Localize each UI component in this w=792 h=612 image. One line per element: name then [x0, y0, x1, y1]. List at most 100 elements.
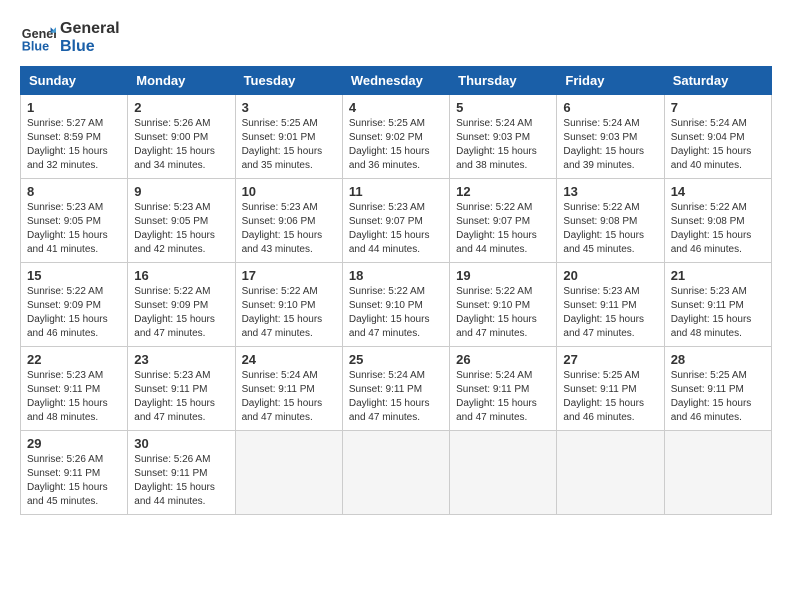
day-info: Sunrise: 5:27 AMSunset: 8:59 PMDaylight:… [27, 117, 121, 173]
day-info: Sunrise: 5:22 AMSunset: 9:08 PMDaylight:… [671, 201, 765, 257]
day-number: 17 [242, 268, 336, 283]
logo: General Blue General Blue [20, 20, 120, 56]
calendar-cell: 1 Sunrise: 5:27 AMSunset: 8:59 PMDayligh… [21, 95, 128, 179]
day-number: 9 [134, 184, 228, 199]
calendar-cell: 23 Sunrise: 5:23 AMSunset: 9:11 PMDaylig… [128, 347, 235, 431]
day-info: Sunrise: 5:24 AMSunset: 9:03 PMDaylight:… [456, 117, 550, 173]
calendar-cell [235, 431, 342, 515]
calendar-cell: 11 Sunrise: 5:23 AMSunset: 9:07 PMDaylig… [342, 179, 449, 263]
day-info: Sunrise: 5:23 AMSunset: 9:11 PMDaylight:… [671, 285, 765, 341]
day-info: Sunrise: 5:24 AMSunset: 9:11 PMDaylight:… [242, 369, 336, 425]
day-number: 12 [456, 184, 550, 199]
calendar-week-5: 29 Sunrise: 5:26 AMSunset: 9:11 PMDaylig… [21, 431, 772, 515]
day-number: 25 [349, 352, 443, 367]
column-header-saturday: Saturday [664, 67, 771, 95]
calendar-cell: 12 Sunrise: 5:22 AMSunset: 9:07 PMDaylig… [450, 179, 557, 263]
day-info: Sunrise: 5:23 AMSunset: 9:11 PMDaylight:… [563, 285, 657, 341]
calendar-cell: 17 Sunrise: 5:22 AMSunset: 9:10 PMDaylig… [235, 263, 342, 347]
calendar-cell: 22 Sunrise: 5:23 AMSunset: 9:11 PMDaylig… [21, 347, 128, 431]
calendar-cell: 13 Sunrise: 5:22 AMSunset: 9:08 PMDaylig… [557, 179, 664, 263]
calendar-cell [450, 431, 557, 515]
day-info: Sunrise: 5:26 AMSunset: 9:00 PMDaylight:… [134, 117, 228, 173]
day-number: 1 [27, 100, 121, 115]
day-number: 16 [134, 268, 228, 283]
calendar-cell: 14 Sunrise: 5:22 AMSunset: 9:08 PMDaylig… [664, 179, 771, 263]
day-info: Sunrise: 5:26 AMSunset: 9:11 PMDaylight:… [134, 453, 228, 509]
page-header: General Blue General Blue [20, 20, 772, 56]
svg-text:Blue: Blue [22, 40, 49, 54]
day-info: Sunrise: 5:22 AMSunset: 9:08 PMDaylight:… [563, 201, 657, 257]
calendar-cell: 20 Sunrise: 5:23 AMSunset: 9:11 PMDaylig… [557, 263, 664, 347]
calendar-table: SundayMondayTuesdayWednesdayThursdayFrid… [20, 66, 772, 515]
column-header-friday: Friday [557, 67, 664, 95]
calendar-cell: 29 Sunrise: 5:26 AMSunset: 9:11 PMDaylig… [21, 431, 128, 515]
day-number: 19 [456, 268, 550, 283]
calendar-cell: 7 Sunrise: 5:24 AMSunset: 9:04 PMDayligh… [664, 95, 771, 179]
day-info: Sunrise: 5:23 AMSunset: 9:11 PMDaylight:… [27, 369, 121, 425]
day-info: Sunrise: 5:23 AMSunset: 9:05 PMDaylight:… [27, 201, 121, 257]
day-number: 8 [27, 184, 121, 199]
day-info: Sunrise: 5:24 AMSunset: 9:03 PMDaylight:… [563, 117, 657, 173]
calendar-cell [342, 431, 449, 515]
day-info: Sunrise: 5:22 AMSunset: 9:07 PMDaylight:… [456, 201, 550, 257]
day-info: Sunrise: 5:23 AMSunset: 9:11 PMDaylight:… [134, 369, 228, 425]
calendar-cell: 4 Sunrise: 5:25 AMSunset: 9:02 PMDayligh… [342, 95, 449, 179]
day-info: Sunrise: 5:24 AMSunset: 9:11 PMDaylight:… [349, 369, 443, 425]
day-number: 24 [242, 352, 336, 367]
calendar-cell: 28 Sunrise: 5:25 AMSunset: 9:11 PMDaylig… [664, 347, 771, 431]
day-number: 6 [563, 100, 657, 115]
day-number: 7 [671, 100, 765, 115]
day-info: Sunrise: 5:22 AMSunset: 9:09 PMDaylight:… [134, 285, 228, 341]
day-number: 10 [242, 184, 336, 199]
day-number: 13 [563, 184, 657, 199]
calendar-cell: 26 Sunrise: 5:24 AMSunset: 9:11 PMDaylig… [450, 347, 557, 431]
day-number: 18 [349, 268, 443, 283]
logo-text-line2: Blue [60, 38, 120, 56]
calendar-cell: 30 Sunrise: 5:26 AMSunset: 9:11 PMDaylig… [128, 431, 235, 515]
calendar-cell: 21 Sunrise: 5:23 AMSunset: 9:11 PMDaylig… [664, 263, 771, 347]
day-info: Sunrise: 5:22 AMSunset: 9:10 PMDaylight:… [349, 285, 443, 341]
column-header-tuesday: Tuesday [235, 67, 342, 95]
day-number: 3 [242, 100, 336, 115]
calendar-cell: 24 Sunrise: 5:24 AMSunset: 9:11 PMDaylig… [235, 347, 342, 431]
calendar-cell: 3 Sunrise: 5:25 AMSunset: 9:01 PMDayligh… [235, 95, 342, 179]
day-info: Sunrise: 5:23 AMSunset: 9:06 PMDaylight:… [242, 201, 336, 257]
day-info: Sunrise: 5:24 AMSunset: 9:11 PMDaylight:… [456, 369, 550, 425]
day-number: 22 [27, 352, 121, 367]
day-number: 28 [671, 352, 765, 367]
calendar-cell: 8 Sunrise: 5:23 AMSunset: 9:05 PMDayligh… [21, 179, 128, 263]
calendar-cell: 27 Sunrise: 5:25 AMSunset: 9:11 PMDaylig… [557, 347, 664, 431]
day-info: Sunrise: 5:22 AMSunset: 9:10 PMDaylight:… [456, 285, 550, 341]
column-header-wednesday: Wednesday [342, 67, 449, 95]
calendar-week-3: 15 Sunrise: 5:22 AMSunset: 9:09 PMDaylig… [21, 263, 772, 347]
day-info: Sunrise: 5:25 AMSunset: 9:11 PMDaylight:… [563, 369, 657, 425]
column-header-monday: Monday [128, 67, 235, 95]
calendar-cell [557, 431, 664, 515]
day-info: Sunrise: 5:24 AMSunset: 9:04 PMDaylight:… [671, 117, 765, 173]
column-header-sunday: Sunday [21, 67, 128, 95]
day-number: 5 [456, 100, 550, 115]
calendar-week-4: 22 Sunrise: 5:23 AMSunset: 9:11 PMDaylig… [21, 347, 772, 431]
calendar-week-1: 1 Sunrise: 5:27 AMSunset: 8:59 PMDayligh… [21, 95, 772, 179]
calendar-cell: 15 Sunrise: 5:22 AMSunset: 9:09 PMDaylig… [21, 263, 128, 347]
calendar-cell: 16 Sunrise: 5:22 AMSunset: 9:09 PMDaylig… [128, 263, 235, 347]
calendar-header-row: SundayMondayTuesdayWednesdayThursdayFrid… [21, 67, 772, 95]
day-number: 15 [27, 268, 121, 283]
day-number: 21 [671, 268, 765, 283]
calendar-cell [664, 431, 771, 515]
calendar-cell: 18 Sunrise: 5:22 AMSunset: 9:10 PMDaylig… [342, 263, 449, 347]
calendar-cell: 6 Sunrise: 5:24 AMSunset: 9:03 PMDayligh… [557, 95, 664, 179]
day-number: 2 [134, 100, 228, 115]
day-number: 30 [134, 436, 228, 451]
day-info: Sunrise: 5:23 AMSunset: 9:07 PMDaylight:… [349, 201, 443, 257]
calendar-cell: 2 Sunrise: 5:26 AMSunset: 9:00 PMDayligh… [128, 95, 235, 179]
day-info: Sunrise: 5:22 AMSunset: 9:09 PMDaylight:… [27, 285, 121, 341]
day-number: 29 [27, 436, 121, 451]
logo-text-line1: General [60, 20, 120, 38]
day-info: Sunrise: 5:25 AMSunset: 9:02 PMDaylight:… [349, 117, 443, 173]
day-info: Sunrise: 5:25 AMSunset: 9:01 PMDaylight:… [242, 117, 336, 173]
calendar-cell: 25 Sunrise: 5:24 AMSunset: 9:11 PMDaylig… [342, 347, 449, 431]
day-number: 27 [563, 352, 657, 367]
day-info: Sunrise: 5:23 AMSunset: 9:05 PMDaylight:… [134, 201, 228, 257]
logo-icon: General Blue [20, 20, 56, 56]
